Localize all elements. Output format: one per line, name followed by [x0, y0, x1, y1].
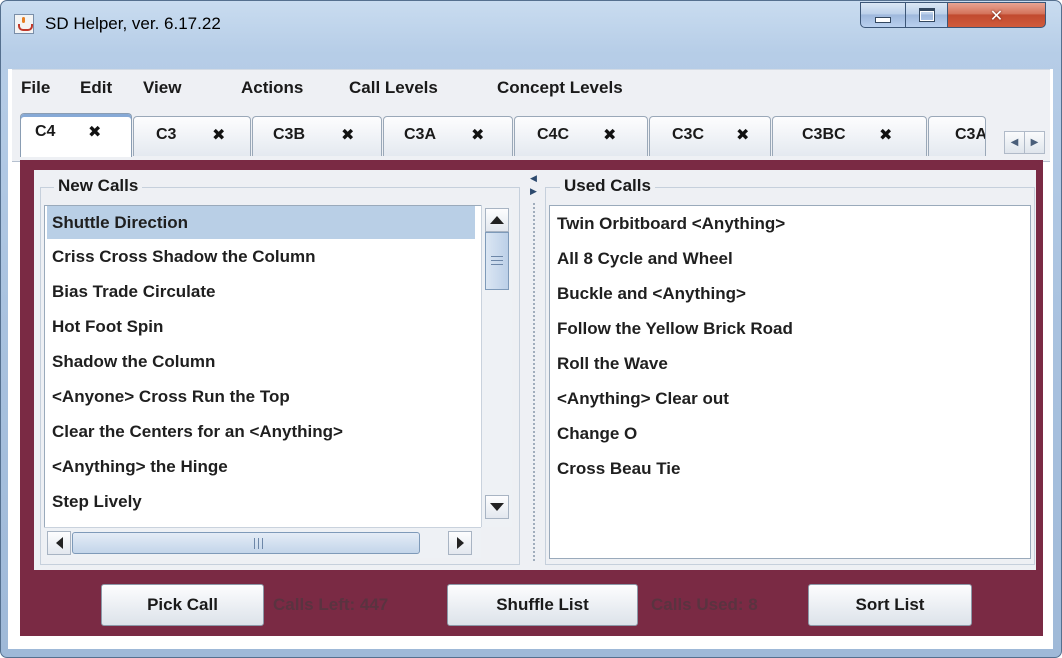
list-item[interactable]: Shadow the Column — [52, 352, 215, 372]
tab-label: C4 — [35, 123, 56, 140]
scroll-left-button[interactable] — [47, 531, 71, 555]
tab-c3bc[interactable]: C3BC ✖ — [772, 116, 927, 156]
shuffle-list-button[interactable]: Shuffle List — [447, 584, 638, 626]
chevron-right-icon: ▶ — [1030, 137, 1039, 148]
arrow-up-icon — [490, 216, 504, 224]
grip-line — [491, 264, 503, 265]
close-tab-icon[interactable]: ✖ — [471, 125, 484, 144]
list-item[interactable]: <Anyone> Cross Run the Top — [52, 387, 290, 407]
list-item-selected[interactable]: Shuttle Direction — [47, 206, 475, 239]
list-item[interactable]: Bias Trade Circulate — [52, 282, 215, 302]
close-button[interactable]: ✕ — [947, 2, 1046, 28]
tab-label: C3A — [404, 126, 437, 143]
divider-grip — [532, 202, 536, 562]
list-item[interactable]: Cross Beau Tie — [557, 459, 680, 479]
list-item[interactable]: <Anything> Clear out — [557, 389, 729, 409]
menu-file[interactable]: File — [21, 78, 50, 98]
used-calls-list[interactable]: Twin Orbitboard <Anything> All 8 Cycle a… — [549, 205, 1031, 559]
grip-line — [254, 538, 255, 549]
maximize-icon — [918, 8, 935, 22]
grip-line — [258, 538, 259, 549]
tab-label: C3B — [273, 126, 306, 143]
list-item[interactable]: Change O — [557, 424, 637, 444]
list-item[interactable]: Twin Orbitboard <Anything> — [557, 214, 785, 234]
tab-c3[interactable]: C3 ✖ — [133, 116, 251, 156]
tab-label: C4C — [537, 126, 570, 143]
scroll-right-button[interactable] — [448, 531, 472, 555]
list-item[interactable]: <Anything> the Hinge — [52, 457, 228, 477]
new-calls-horizontal-scrollbar[interactable] — [44, 527, 481, 558]
new-calls-list[interactable]: Shuttle Direction Criss Cross Shadow the… — [44, 205, 483, 529]
close-tab-icon[interactable]: ✖ — [603, 125, 616, 144]
pick-call-button[interactable]: Pick Call — [101, 584, 264, 626]
close-tab-icon[interactable]: ✖ — [212, 125, 225, 144]
minimize-button[interactable] — [860, 2, 906, 28]
tab-c3b[interactable]: C3B ✖ — [252, 116, 382, 156]
close-icon: ✕ — [989, 5, 1004, 25]
close-tab-icon[interactable]: ✖ — [341, 125, 354, 144]
sort-list-button[interactable]: Sort List — [808, 584, 972, 626]
collapse-left-icon[interactable]: ◀ — [530, 174, 537, 184]
menu-actions[interactable]: Actions — [241, 78, 303, 98]
java-app-icon[interactable] — [14, 14, 34, 34]
menu-call-levels[interactable]: Call Levels — [349, 78, 438, 98]
menu-bar: File Edit View Actions Call Levels Conce… — [12, 69, 1050, 106]
menu-edit[interactable]: Edit — [80, 78, 112, 98]
tab-label: C3C — [672, 126, 705, 143]
chevron-left-icon: ◀ — [1010, 137, 1019, 148]
list-item[interactable]: Roll the Wave — [557, 354, 668, 374]
tab-label: C3 — [156, 126, 177, 143]
tab-scroll-right-button[interactable]: ▶ — [1024, 131, 1045, 154]
grip-line — [262, 538, 263, 549]
tab-c3a-overflow[interactable]: C3A — [928, 116, 986, 156]
grip-line — [491, 260, 503, 261]
tab-c3c[interactable]: C3C ✖ — [649, 116, 771, 156]
scroll-thumb[interactable] — [485, 232, 509, 290]
list-item[interactable]: Follow the Yellow Brick Road — [557, 319, 793, 339]
list-item[interactable]: Buckle and <Anything> — [557, 284, 746, 304]
list-item[interactable]: Criss Cross Shadow the Column — [52, 247, 316, 267]
tab-c4[interactable]: C4 ✖ — [20, 113, 132, 157]
list-item[interactable]: Clear the Centers for an <Anything> — [52, 422, 343, 442]
scroll-thumb-horizontal[interactable] — [72, 532, 420, 554]
title-bar[interactable]: SD Helper, ver. 6.17.22 ✕ — [1, 1, 1061, 47]
new-calls-vertical-scrollbar[interactable] — [481, 205, 512, 527]
minimize-icon — [875, 17, 891, 23]
collapse-right-icon[interactable]: ▶ — [530, 187, 537, 197]
arrow-down-icon — [490, 503, 504, 511]
grip-line — [491, 256, 503, 257]
arrow-left-icon — [55, 537, 63, 549]
scroll-corner — [481, 527, 511, 557]
menu-concept-levels[interactable]: Concept Levels — [497, 78, 623, 98]
scroll-up-button[interactable] — [485, 208, 509, 232]
tab-c4c[interactable]: C4C ✖ — [514, 116, 648, 156]
list-item[interactable]: Hot Foot Spin — [52, 317, 163, 337]
tab-scroll-left-button[interactable]: ◀ — [1004, 131, 1025, 154]
maximize-button[interactable] — [905, 2, 948, 28]
calls-used-label: Calls Used: 8 — [651, 595, 758, 614]
list-item[interactable]: All 8 Cycle and Wheel — [557, 249, 733, 269]
window-title: SD Helper, ver. 6.17.22 — [45, 14, 221, 33]
tab-label: C3A — [955, 126, 986, 143]
arrow-right-icon — [456, 537, 464, 549]
new-calls-title: New Calls — [54, 176, 143, 196]
tab-c3a[interactable]: C3A ✖ — [383, 116, 513, 156]
close-tab-icon[interactable]: ✖ — [879, 125, 892, 144]
close-tab-icon[interactable]: ✖ — [736, 125, 749, 144]
menu-view[interactable]: View — [143, 78, 181, 98]
used-calls-title: Used Calls — [560, 176, 655, 196]
split-pane-divider[interactable]: ◀ ▶ — [527, 172, 541, 567]
list-item[interactable]: Step Lively — [52, 492, 142, 512]
calls-left-label: Calls Left: 447 — [273, 595, 389, 614]
tab-label: C3BC — [802, 126, 846, 143]
close-tab-icon[interactable]: ✖ — [88, 122, 101, 141]
scroll-down-button[interactable] — [485, 495, 509, 519]
